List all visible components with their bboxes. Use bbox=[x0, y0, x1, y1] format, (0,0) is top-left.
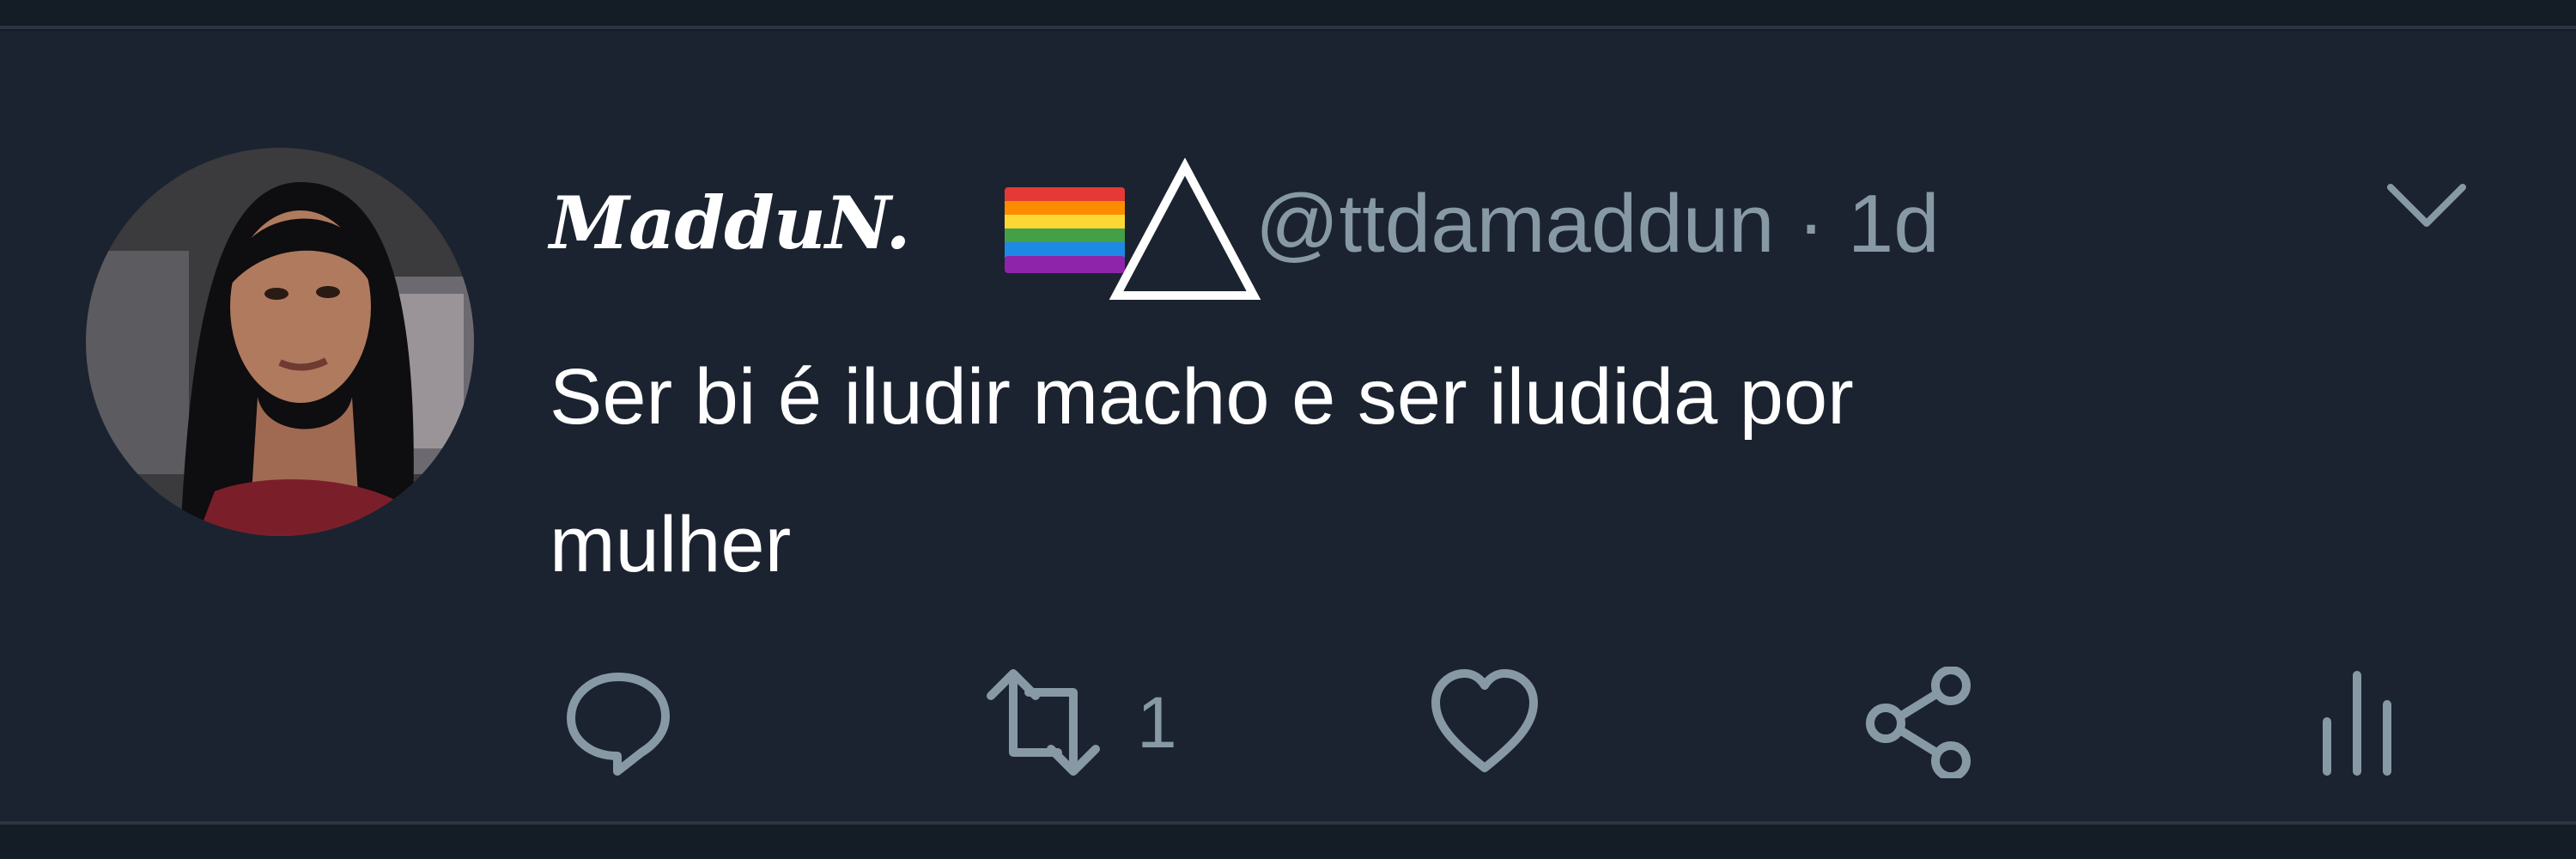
handle[interactable]: @ttdamaddun bbox=[1255, 178, 1775, 270]
reply-icon bbox=[567, 673, 670, 776]
chevron-down-icon[interactable] bbox=[2385, 180, 2468, 232]
rainbow-flag-icon bbox=[1005, 187, 1125, 273]
like-button[interactable] bbox=[1429, 667, 1570, 778]
retweet-count: 1 bbox=[1137, 681, 1177, 763]
timestamp[interactable]: 1d bbox=[1848, 178, 1940, 270]
tweet-card[interactable]: MadduN. @ttdamaddun · 1d Ser bi é iludir… bbox=[0, 31, 2576, 821]
analytics-button[interactable] bbox=[2310, 667, 2433, 778]
action-bar: 1 bbox=[0, 658, 2576, 795]
avatar-photo bbox=[86, 148, 474, 536]
reply-button[interactable] bbox=[562, 667, 703, 778]
separator: · bbox=[1797, 178, 1826, 270]
name-emoji bbox=[1005, 158, 1261, 300]
avatar[interactable] bbox=[86, 148, 474, 536]
handle-and-time: @ttdamaddun · 1d bbox=[1255, 177, 1940, 271]
triangle-icon bbox=[1109, 158, 1261, 300]
retweet-icon bbox=[987, 669, 1100, 776]
heart-icon bbox=[1431, 669, 1538, 772]
share-button[interactable] bbox=[1863, 667, 2004, 778]
display-name[interactable]: MadduN. bbox=[550, 180, 911, 265]
top-divider bbox=[0, 26, 2576, 29]
tweet-text: Ser bi é iludir macho e ser iludida por … bbox=[550, 353, 1854, 588]
retweet-button[interactable]: 1 bbox=[979, 667, 1177, 778]
share-icon bbox=[1866, 667, 1971, 778]
bottom-divider bbox=[0, 821, 2576, 825]
analytics-icon bbox=[2323, 671, 2391, 776]
